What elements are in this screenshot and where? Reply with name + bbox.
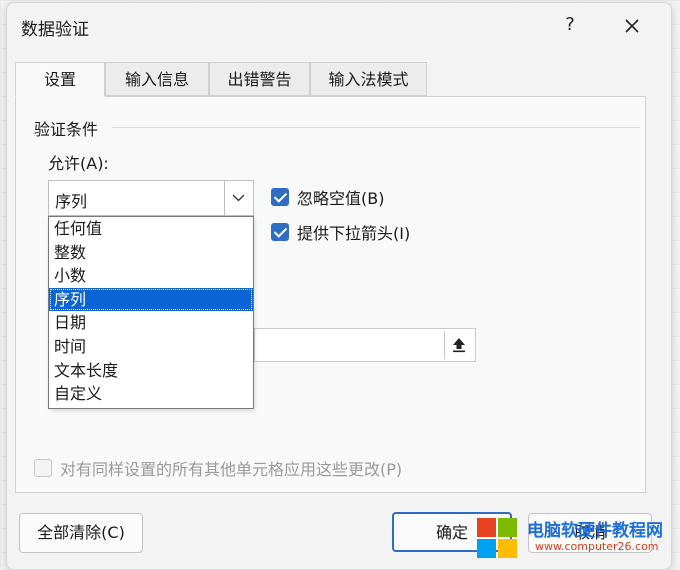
dropdown-button[interactable] [224,181,253,215]
watermark-title: 电脑软硬件教程网 [527,521,663,541]
dropdown-option[interactable]: 日期 [49,311,253,335]
dialog-title: 数据验证 [21,20,89,40]
source-input[interactable] [254,328,476,362]
allow-dropdown-list: 任何值 整数 小数 序列 日期 时间 文本长度 自定义 [48,216,254,409]
ignore-blank-checkbox[interactable]: 忽略空值(B) [271,185,384,209]
site-watermark: 电脑软硬件教程网 www.computer26.com [475,510,675,568]
dropdown-option[interactable]: 任何值 [49,217,253,241]
close-icon [625,18,639,33]
clear-all-button[interactable]: 全部清除(C) [19,513,143,553]
in-cell-dropdown-label: 提供下拉箭头(I) [297,224,411,243]
dropdown-option[interactable]: 小数 [49,264,253,288]
collapse-dialog-button[interactable] [444,331,472,359]
checkbox-checked-icon [271,223,289,241]
windows-logo-icon [477,518,517,558]
chevron-down-icon [232,194,245,202]
dropdown-option[interactable]: 整数 [49,241,253,265]
close-button[interactable] [617,11,647,39]
checkbox-unchecked-icon [34,459,52,477]
validation-criteria-label: 验证条件 [34,120,99,139]
allow-label: 允许(A): [48,154,109,173]
group-divider [112,127,640,128]
allow-select[interactable]: 序列 [48,180,254,216]
dropdown-option[interactable]: 时间 [49,335,253,359]
ignore-blank-label: 忽略空值(B) [297,189,385,208]
tab-settings[interactable]: 设置 [15,62,105,97]
dropdown-option[interactable]: 文本长度 [49,359,253,383]
apply-all-checkbox[interactable]: 对有同样设置的所有其他单元格应用这些更改(P) [34,456,402,480]
tab-error-alert[interactable]: 出错警告 [209,62,310,96]
upload-arrow-icon [452,338,465,353]
watermark-url: www.computer26.com [535,540,659,553]
tab-input-message[interactable]: 输入信息 [105,62,209,96]
dropdown-option-selected[interactable]: 序列 [49,287,253,312]
apply-all-label: 对有同样设置的所有其他单元格应用这些更改(P) [60,460,403,479]
allow-select-value: 序列 [55,192,88,211]
in-cell-dropdown-checkbox[interactable]: 提供下拉箭头(I) [271,220,410,244]
tab-ime-mode[interactable]: 输入法模式 [310,62,427,96]
checkbox-checked-icon [271,188,289,206]
help-button[interactable]: ? [555,11,585,39]
dropdown-option[interactable]: 自定义 [49,382,253,406]
